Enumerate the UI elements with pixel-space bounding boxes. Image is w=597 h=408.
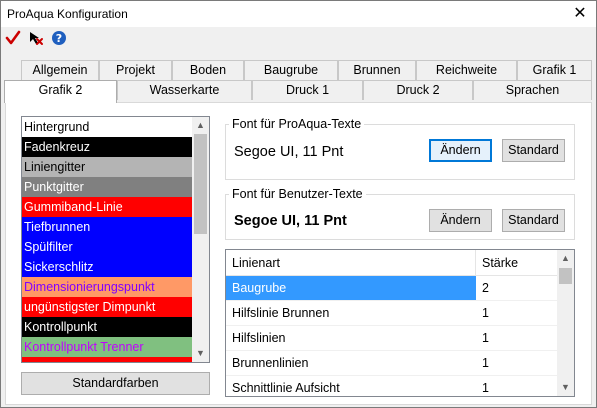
color-item-partial[interactable] <box>22 357 193 362</box>
column-header-linienart[interactable]: Linienart <box>226 250 476 276</box>
tab-baugrube[interactable]: Baugrube <box>244 60 338 80</box>
scroll-thumb[interactable] <box>194 134 207 234</box>
toolbar: ? <box>1 27 596 49</box>
table-row[interactable]: Hilfslinie Brunnen 1 <box>226 301 558 326</box>
color-item-kontrollpunkt[interactable]: Kontrollpunkt <box>22 317 193 337</box>
scroll-thumb[interactable] <box>559 268 572 284</box>
color-item-tiefbrunnen[interactable]: Tiefbrunnen <box>22 217 193 237</box>
line-width-cell[interactable]: 1 <box>476 301 558 326</box>
color-item-punktgitter[interactable]: Punktgitter <box>22 177 193 197</box>
color-item-dimensionierungspunkt[interactable]: Dimensionierungspunkt <box>22 277 193 297</box>
line-name-cell[interactable]: Baugrube <box>226 276 476 301</box>
color-item-hintergrund[interactable]: Hintergrund <box>22 117 193 137</box>
color-list-scrollbar[interactable]: ▲ ▼ <box>192 117 209 362</box>
tab-row-front: Grafik 2 Wasserkarte Druck 1 Druck 2 Spr… <box>1 80 596 103</box>
line-name-cell[interactable]: Hilfslinie Brunnen <box>226 301 476 326</box>
color-list[interactable]: Hintergrund Fadenkreuz Liniengitter Punk… <box>21 116 210 363</box>
line-width-cell[interactable]: 1 <box>476 351 558 376</box>
tab-boden[interactable]: Boden <box>172 60 244 80</box>
color-item-fadenkreuz[interactable]: Fadenkreuz <box>22 137 193 157</box>
config-window: ProAqua Konfiguration ✕ ? Allgemein Proj… <box>0 0 597 408</box>
column-header-staerke[interactable]: Stärke <box>476 250 558 276</box>
font-proaqua-change-button[interactable]: Ändern <box>429 139 492 162</box>
svg-text:?: ? <box>56 32 62 45</box>
table-row[interactable]: Brunnenlinien 1 <box>226 351 558 376</box>
line-name-cell[interactable]: Schnittlinie Aufsicht <box>226 376 476 396</box>
scroll-up-icon[interactable]: ▲ <box>557 250 574 267</box>
default-colors-button[interactable]: Standardfarben <box>21 372 210 395</box>
tab-brunnen[interactable]: Brunnen <box>338 60 416 80</box>
line-width-cell[interactable]: 2 <box>476 276 558 301</box>
scroll-down-icon[interactable]: ▼ <box>192 345 209 362</box>
font-user-default-button[interactable]: Standard <box>502 209 565 232</box>
font-user-label: Font für Benutzer-Texte <box>229 187 366 201</box>
color-item-unguenstigster-dimpunkt[interactable]: ungünstigster Dimpunkt <box>22 297 193 317</box>
window-title: ProAqua Konfiguration <box>7 7 128 21</box>
help-icon[interactable]: ? <box>51 30 67 46</box>
checkmark-icon[interactable] <box>5 30 21 46</box>
tab-sprachen[interactable]: Sprachen <box>473 80 592 100</box>
tab-allgemein[interactable]: Allgemein <box>21 60 99 80</box>
scroll-down-icon[interactable]: ▼ <box>557 379 574 396</box>
tab-druck-2[interactable]: Druck 2 <box>363 80 473 100</box>
color-item-spuelfilter[interactable]: Spülfilter <box>22 237 193 257</box>
line-width-cell[interactable]: 1 <box>476 376 558 396</box>
cursor-icon[interactable] <box>28 30 44 46</box>
color-item-liniengitter[interactable]: Liniengitter <box>22 157 193 177</box>
title-bar: ProAqua Konfiguration ✕ <box>1 1 596 27</box>
color-item-sickerschlitz[interactable]: Sickerschlitz <box>22 257 193 277</box>
table-row[interactable]: Baugrube 2 <box>226 276 558 301</box>
line-name-cell[interactable]: Hilfslinien <box>226 326 476 351</box>
color-item-gummiband-linie[interactable]: Gummiband-Linie <box>22 197 193 217</box>
line-style-table[interactable]: Linienart Stärke Baugrube 2 Hilfslinie B… <box>225 249 575 397</box>
font-proaqua-sample: Segoe UI, 11 Pnt <box>234 144 344 160</box>
tab-grafik-2[interactable]: Grafik 2 <box>4 80 117 103</box>
table-row[interactable]: Schnittlinie Aufsicht 1 <box>226 376 558 396</box>
line-width-cell[interactable]: 1 <box>476 326 558 351</box>
font-proaqua-label: Font für ProAqua-Texte <box>229 117 365 131</box>
tab-druck-1[interactable]: Druck 1 <box>252 80 363 100</box>
tab-reichweite[interactable]: Reichweite <box>416 60 517 80</box>
tab-projekt[interactable]: Projekt <box>99 60 172 80</box>
font-user-sample: Segoe UI, 11 Pnt <box>234 213 347 229</box>
font-user-change-button[interactable]: Ändern <box>429 209 492 232</box>
close-button[interactable]: ✕ <box>570 4 590 24</box>
tab-grafik-1[interactable]: Grafik 1 <box>517 60 592 80</box>
table-row[interactable]: Hilfslinien 1 <box>226 326 558 351</box>
scroll-up-icon[interactable]: ▲ <box>192 117 209 134</box>
color-item-kontrollpunkt-trenner[interactable]: Kontrollpunkt Trenner <box>22 337 193 357</box>
line-name-cell[interactable]: Brunnenlinien <box>226 351 476 376</box>
table-scrollbar[interactable]: ▲ ▼ <box>557 250 574 396</box>
tab-wasserkarte[interactable]: Wasserkarte <box>117 80 252 100</box>
font-proaqua-default-button[interactable]: Standard <box>502 139 565 162</box>
tab-row-back: Allgemein Projekt Boden Baugrube Brunnen… <box>1 60 596 81</box>
